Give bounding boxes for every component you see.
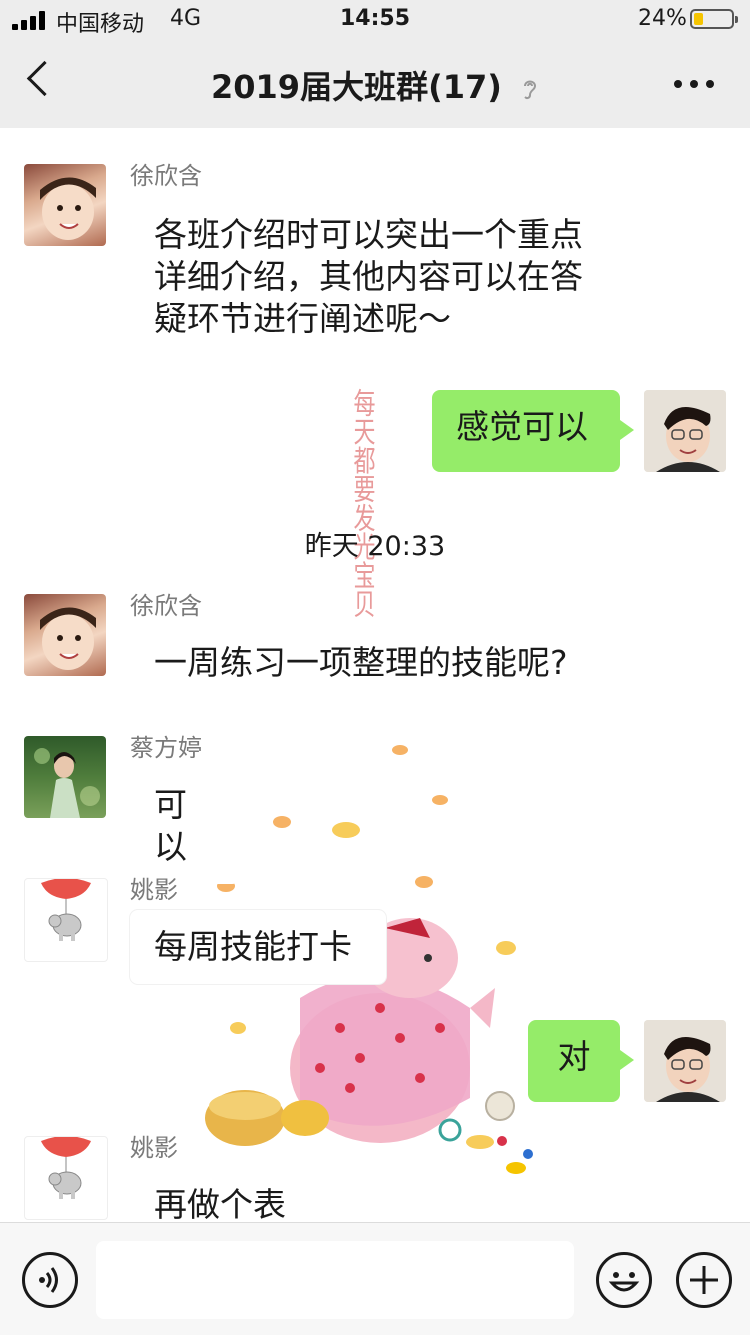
message-text: 感觉可以 — [456, 407, 588, 446]
chat-title-wrap: 2019届大班群(17) — [0, 62, 750, 108]
message-bubble[interactable]: 每周技能打卡 — [130, 910, 386, 984]
sender-name: 姚影 — [130, 1134, 178, 1162]
message-bubble[interactable]: 再做个表 — [130, 1168, 320, 1222]
message-bubble[interactable]: 一周练习一项整理的技能呢? — [130, 626, 610, 700]
chat-title: 2019届大班群(17) — [211, 68, 502, 106]
avatar-xuxinhan[interactable] — [24, 594, 106, 676]
avatar-self[interactable] — [644, 390, 726, 472]
message-line: 疑环节进行阐述呢～ — [154, 299, 451, 338]
man-face-icon — [644, 390, 726, 472]
message-input[interactable] — [96, 1241, 574, 1319]
sender-name: 蔡方婷 — [130, 734, 202, 762]
status-bar: 中国移动 4G 14:55 24% — [0, 0, 750, 40]
avatar-caifangting[interactable] — [24, 736, 106, 818]
ear-muted-icon — [524, 80, 537, 100]
input-bar — [0, 1222, 750, 1335]
bg-text-char: 每天都要发光宝贝 — [350, 388, 376, 618]
battery-icon — [690, 9, 738, 29]
emoji-icon[interactable] — [596, 1252, 652, 1308]
woman-photo-icon — [34, 748, 100, 818]
sender-name: 徐欣含 — [130, 162, 202, 190]
message-line: 详细介绍，其他内容可以在答 — [154, 257, 583, 296]
message-bubble[interactable]: 各班介绍时可以突出一个重点 详细介绍，其他内容可以在答 疑环节进行阐述呢～ — [130, 198, 610, 356]
message-text: 一周练习一项整理的技能呢? — [154, 643, 568, 682]
plus-icon[interactable] — [676, 1252, 732, 1308]
child-face-icon — [40, 177, 96, 240]
sender-name: 徐欣含 — [130, 592, 202, 620]
child-face-icon — [40, 607, 96, 670]
avatar-yaoying[interactable] — [24, 878, 108, 962]
man-face-icon — [644, 1020, 726, 1102]
chat-header: 2019届大班群(17) — [0, 40, 750, 128]
message-bubble-outgoing[interactable]: 对 — [528, 1020, 634, 1102]
message-text: 对 — [557, 1037, 591, 1076]
timestamp: 昨天 20:33 — [304, 531, 446, 562]
balloon-elephant-icon — [41, 879, 91, 941]
battery-level — [694, 13, 703, 25]
message-line: 各班介绍时可以突出一个重点 — [154, 215, 583, 254]
balloon-elephant-icon — [41, 1137, 91, 1199]
avatar-xuxinhan[interactable] — [24, 164, 106, 246]
avatar-yaoying[interactable] — [24, 1136, 108, 1220]
message-bubble-outgoing[interactable]: 感觉可以 — [432, 390, 634, 472]
message-text: 每周技能打卡 — [154, 927, 352, 966]
sender-name: 姚影 — [130, 876, 178, 904]
chat-area[interactable]: 每天都要发光宝贝 徐欣含 各班介绍时可以突出一个重点 详细介绍，其他内容可以在答… — [0, 128, 750, 1222]
message-bubble[interactable]: 可以 — [130, 768, 240, 884]
more-dots-icon[interactable] — [674, 80, 714, 88]
voice-icon[interactable] — [22, 1252, 78, 1308]
message-text: 再做个表 — [154, 1185, 286, 1222]
battery-percent: 24% — [638, 6, 687, 31]
message-text: 可以 — [154, 785, 187, 866]
avatar-self[interactable] — [644, 1020, 726, 1102]
